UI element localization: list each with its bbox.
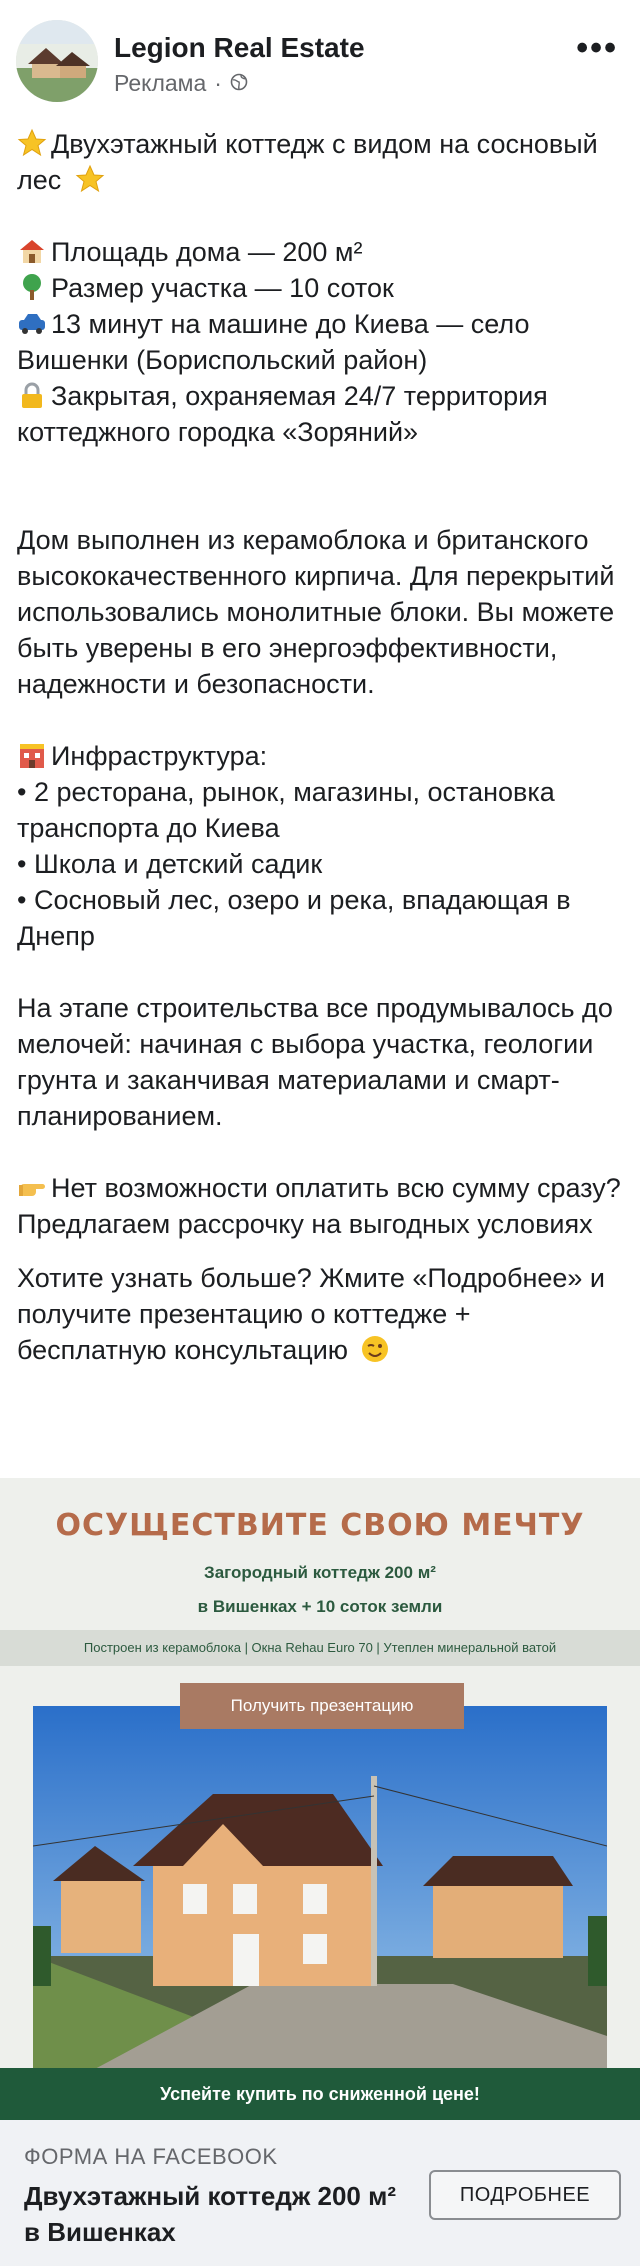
plot-line: Размер участка — 10 соток: [17, 270, 627, 306]
get-presentation-button[interactable]: Получить презентацию: [180, 1683, 464, 1729]
more-options-button[interactable]: •••: [576, 31, 618, 65]
security-line: Закрытая, охраняемая 24/7 территория кот…: [17, 378, 627, 450]
creative-title: ОСУЩЕСТВИТЕ СВОЮ МЕЧТУ: [55, 1508, 585, 1543]
features-text: Построен из керамоблока | Окна Rehau Eur…: [83, 1640, 557, 1655]
creative-subtitle-line: в Вишенках + 10 соток земли: [197, 1597, 443, 1616]
area-line: Площадь дома — 200 м²: [17, 234, 627, 270]
learn-more-button[interactable]: ПОДРОБНЕЕ: [429, 2170, 621, 2220]
house-icon: [20, 240, 44, 263]
infra-item: • Школа и детский садик: [17, 849, 323, 879]
discount-banner: Успейте купить по сниженной цене!: [0, 2068, 640, 2120]
installment-line: Нет возможности оплатить всю сумму сразу…: [17, 1170, 627, 1242]
infra-item: • 2 ресторана, рынок, магазины, остановк…: [17, 777, 555, 843]
lock-icon: [22, 382, 42, 408]
star-icon: [75, 164, 105, 193]
avatar[interactable]: [16, 20, 98, 102]
pointing-hand-icon: [19, 1184, 45, 1196]
installment-text: Нет возможности оплатить всю сумму сразу…: [17, 1173, 621, 1239]
house-photo: [33, 1706, 607, 2070]
infra-title: Инфраструктура:: [51, 741, 268, 771]
star-icon: [17, 128, 47, 157]
material-paragraph: Дом выполнен из керамоблока и британског…: [17, 525, 615, 699]
wink-face-icon: [361, 1336, 388, 1362]
form-label: ФОРМА НА FACEBOOK: [24, 2144, 278, 2169]
car-icon: [19, 314, 45, 334]
building-icon: [20, 744, 44, 768]
features-strip: Построен из керамоблока | Окна Rehau Eur…: [0, 1630, 640, 1666]
security-text: Закрытая, охраняемая 24/7 территория кот…: [17, 381, 548, 447]
location-text: 13 минут на машине до Киева — село Вишен…: [17, 309, 530, 375]
infra-item: • Сосновый лес, озеро и река, впадающая …: [17, 885, 571, 951]
cta-text: Хотите узнать больше? Жмите «Подробнее» …: [17, 1263, 606, 1365]
sponsored-label[interactable]: Реклама: [114, 70, 206, 97]
globe-icon: [230, 70, 248, 97]
footer-title[interactable]: Двухэтажный коттедж 200 м² в Вишенках: [24, 2178, 404, 2250]
plot-text: Размер участка — 10 соток: [51, 273, 394, 303]
area-text: Площадь дома — 200 м²: [51, 237, 363, 267]
location-line: 13 минут на машине до Киева — село Вишен…: [17, 306, 627, 378]
cta-paragraph: Хотите узнать больше? Жмите «Подробнее» …: [17, 1260, 627, 1368]
tree-icon: [23, 274, 41, 300]
post-header: Legion Real Estate Реклама · •••: [0, 0, 640, 118]
infra-title-line: Инфраструктура:: [17, 738, 627, 774]
headline-line: Двухэтажный коттедж с видом на сосновый …: [17, 126, 627, 198]
build-paragraph: На этапе строительства все продумывалось…: [17, 993, 613, 1131]
ad-creative-image[interactable]: ОСУЩЕСТВИТЕ СВОЮ МЕЧТУ Загородный коттед…: [0, 1478, 640, 2120]
meta-separator: ·: [214, 70, 222, 96]
page-name[interactable]: Legion Real Estate: [114, 32, 365, 64]
creative-subtitle: Загородный коттедж 200 м² в Вишенках + 1…: [0, 1556, 640, 1624]
ad-footer[interactable]: ФОРМА НА FACEBOOK Двухэтажный коттедж 20…: [0, 2120, 640, 2266]
post-meta: Реклама ·: [114, 70, 248, 97]
creative-subtitle-line: Загородный коттедж 200 м²: [204, 1563, 436, 1582]
ad-post: Legion Real Estate Реклама · ••• Двухэта…: [0, 0, 640, 2266]
post-text: Двухэтажный коттедж с видом на сосновый …: [17, 126, 627, 1368]
